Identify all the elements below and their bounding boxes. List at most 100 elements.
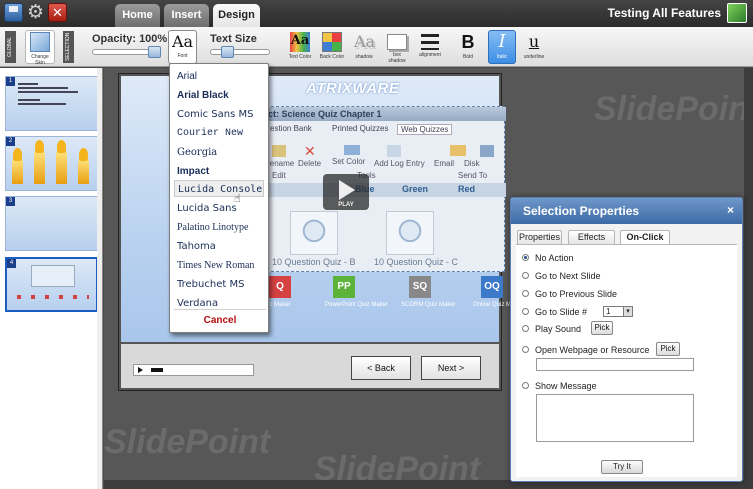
font-option-impact[interactable]: Impact <box>177 163 263 180</box>
tab-properties[interactable]: Properties <box>517 230 562 244</box>
quiz-window-tools: ✕ Rename Delete Set Color Add Log Entry … <box>262 137 506 181</box>
underline-icon: u <box>528 32 540 51</box>
font-menu-cancel-button[interactable]: Cancel <box>170 315 270 326</box>
quiz-maker-oq: OQ Online Quiz Ma <box>473 276 514 308</box>
font-option-trebuchet[interactable]: Trebuchet MS <box>177 276 263 293</box>
thumbnail-scrollbar[interactable] <box>97 68 102 489</box>
radio-no-action[interactable] <box>522 254 529 261</box>
font-option-times-new-roman[interactable]: Times New Roman <box>177 257 263 274</box>
radio-previous-slide[interactable] <box>522 290 529 297</box>
opacity-slider-thumb[interactable] <box>148 46 161 58</box>
selection-section-tag: SELECTION <box>63 31 74 63</box>
quiz-maker-pp: PP PowerPoint Quiz Maker <box>325 276 388 308</box>
quiz-caption-b: 10 Question Quiz - B <box>272 257 356 267</box>
quiz-color-bar: Blue Green Red <box>262 183 506 197</box>
slide-thumbnail-1[interactable]: 1 <box>5 76 98 131</box>
on-click-panel: No Action Go to Next Slide Go to Previou… <box>516 244 737 477</box>
back-button[interactable]: < Back <box>351 356 411 380</box>
app-logo-icon <box>727 3 747 23</box>
radio-play-sound[interactable] <box>522 325 529 332</box>
slide-thumbnail-3[interactable]: 3 <box>5 196 98 251</box>
progress-fill <box>151 368 163 372</box>
slide-thumbnail-4[interactable]: 4 <box>5 257 98 312</box>
close-icon[interactable]: ✕ <box>48 3 67 22</box>
global-section-tag: GLOBAL <box>5 31 16 63</box>
watermark-text: SlidePoint <box>594 90 753 128</box>
quiz-window-title: ct: Science Quiz Chapter 1 <box>262 107 506 121</box>
close-icon[interactable]: × <box>727 203 734 217</box>
text-size-slider-thumb[interactable] <box>221 46 234 58</box>
text-size-label: Text Size <box>210 33 257 45</box>
italic-icon: I <box>498 31 506 52</box>
try-it-button[interactable]: Try It <box>601 460 643 474</box>
font-option-tahoma[interactable]: Tahoma <box>177 238 263 255</box>
back-color-icon <box>322 32 342 52</box>
quiz-maker-q-icon: Q <box>269 276 291 298</box>
font-dropdown-menu: Arial Arial Black Comic Sans MS Courier … <box>169 63 269 333</box>
hand-cursor-icon: ☝ <box>234 193 241 205</box>
tab-effects[interactable]: Effects <box>568 230 615 244</box>
quiz-item-b-image <box>290 211 338 255</box>
atrixware-logo: ATRIXWARE <box>306 80 400 97</box>
top-bar: ⚙ ✕ Home Insert Design Testing All Featu… <box>0 0 753 27</box>
gear-icon[interactable]: ⚙ <box>26 3 45 22</box>
font-option-lucida-sans[interactable]: Lucida Sans <box>177 200 263 217</box>
ribbon-toolbar: GLOBAL Change Skin SELECTION Opacity: 10… <box>0 27 753 67</box>
back-color-button[interactable]: Back Color <box>318 30 346 64</box>
opacity-slider[interactable] <box>92 46 161 58</box>
font-option-arial-black[interactable]: Arial Black <box>177 87 263 104</box>
tab-design[interactable]: Design <box>213 4 260 27</box>
underline-button[interactable]: u underline <box>520 30 548 64</box>
font-option-arial[interactable]: Arial <box>177 68 263 85</box>
pick-webpage-button[interactable]: Pick <box>656 342 680 356</box>
text-color-button[interactable]: Aa Text Color <box>286 30 314 64</box>
font-option-palatino[interactable]: Palatino Linotype <box>177 219 263 236</box>
selection-properties-dialog: Selection Properties × Properties Effect… <box>510 197 743 482</box>
shadow-button[interactable]: Aa shadow <box>350 30 378 64</box>
play-video-button[interactable]: PLAY <box>323 174 369 210</box>
italic-button[interactable]: I Italic <box>488 30 516 64</box>
option-play-sound[interactable]: Play Sound <box>522 322 642 336</box>
option-open-webpage[interactable]: Open Webpage or Resource <box>522 343 662 357</box>
bold-button[interactable]: B Bold <box>454 30 482 64</box>
tab-on-click[interactable]: On-Click <box>620 230 670 245</box>
font-icon: Aa <box>171 32 194 51</box>
slide-player-controls: < Back Next > <box>121 344 499 388</box>
alignment-button[interactable]: alignment <box>416 30 444 64</box>
radio-go-to-slide[interactable] <box>522 308 529 315</box>
font-button[interactable]: Aa Font <box>168 30 197 64</box>
tab-insert[interactable]: Insert <box>164 4 209 27</box>
next-button[interactable]: Next > <box>421 356 481 380</box>
font-option-lucida-console[interactable]: Lucida Console <box>174 180 264 197</box>
text-size-slider[interactable] <box>210 46 270 58</box>
font-option-georgia[interactable]: Georgia <box>177 144 263 161</box>
box-shadow-icon <box>387 34 407 50</box>
font-option-courier-new[interactable]: Courier New <box>177 125 263 142</box>
quiz-window-image[interactable]: ct: Science Quiz Chapter 1 estion Bank P… <box>261 106 506 272</box>
skin-icon <box>30 32 50 52</box>
font-option-comic-sans[interactable]: Comic Sans MS <box>177 106 263 123</box>
tab-home[interactable]: Home <box>115 4 160 27</box>
playback-progress-bar[interactable] <box>133 364 254 376</box>
box-shadow-button[interactable]: box shadow <box>383 30 411 64</box>
radio-open-webpage[interactable] <box>522 346 529 353</box>
message-textarea[interactable] <box>536 394 694 442</box>
pick-sound-button[interactable]: Pick <box>591 321 613 335</box>
quiz-maker-pp-icon: PP <box>333 276 355 298</box>
quiz-maker-sq-icon: SQ <box>409 276 431 298</box>
shadow-icon: Aa <box>354 32 376 51</box>
font-menu-divider <box>174 309 266 310</box>
opacity-label: Opacity: 100% <box>92 33 168 45</box>
radio-show-message[interactable] <box>522 382 529 389</box>
slide-thumbnail-2[interactable]: 2 <box>5 136 98 191</box>
radio-next-slide[interactable] <box>522 272 529 279</box>
slide-number-select[interactable]: 1 <box>603 306 633 317</box>
text-color-icon: Aa <box>290 32 310 52</box>
canvas-scrollbar-vertical[interactable] <box>744 68 753 489</box>
play-icon[interactable] <box>138 367 143 373</box>
dialog-title: Selection Properties <box>511 198 742 224</box>
webpage-url-input[interactable] <box>536 358 694 371</box>
option-go-to-slide[interactable]: Go to Slide # 1 <box>522 305 662 319</box>
change-skin-button[interactable]: Change Skin <box>25 30 55 66</box>
save-icon[interactable] <box>4 3 23 22</box>
